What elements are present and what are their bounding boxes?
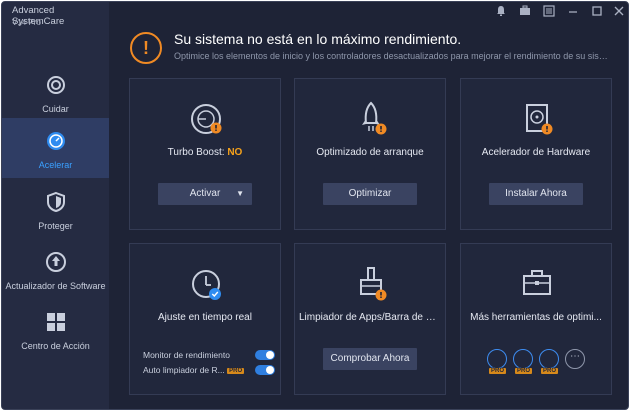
- app-window: Advanced SystemCare V14 Pro Cuidar Acele…: [1, 1, 629, 410]
- sidebar-item-acelerar[interactable]: Acelerar: [2, 118, 109, 178]
- pro-badge: PRO: [515, 368, 533, 374]
- card-hardware-accelerator: Acelerador de Hardware Instalar Ahora: [460, 78, 612, 230]
- card-title: Acelerador de Hardware: [481, 147, 591, 158]
- app-version: V14 Pro: [12, 18, 41, 27]
- more-icon[interactable]: ⋯: [565, 349, 585, 369]
- card-title: Turbo Boost: NO: [134, 147, 276, 158]
- menu-icon[interactable]: [542, 4, 556, 18]
- sidebar-item-actualizador[interactable]: Actualizador de Software: [2, 239, 109, 299]
- toolbox-icon[interactable]: [518, 4, 532, 18]
- tool-shortcuts: PRO PRO PRO ⋯: [487, 349, 597, 379]
- grid-icon: [47, 313, 65, 331]
- activate-label: Activar: [189, 188, 221, 199]
- sidebar-item-label: Centro de Acción: [21, 341, 90, 351]
- pro-badge: PRO: [489, 368, 507, 374]
- card-title: Optimizado de arranque: [316, 147, 424, 158]
- card-title: Ajuste en tiempo real: [158, 312, 252, 323]
- bell-icon[interactable]: [494, 4, 508, 18]
- sidebar-item-centro-accion[interactable]: Centro de Acción: [2, 299, 109, 359]
- pro-badge: PRO: [541, 368, 559, 374]
- performance-monitor-toggle[interactable]: [255, 350, 275, 360]
- sidebar-item-label: Acelerar: [38, 160, 73, 170]
- apps-icon[interactable]: PRO: [539, 349, 559, 374]
- toggle-label: Monitor de rendimiento: [143, 350, 230, 360]
- toggle-row-auto-cleaner: Auto limpiador de R... PRO: [143, 365, 275, 375]
- card-title: Limpiador de Apps/Barra de H...: [299, 312, 441, 323]
- activate-button[interactable]: Activar ▼: [158, 183, 252, 205]
- broom-icon: [360, 267, 387, 301]
- minimize-icon[interactable]: [566, 4, 580, 18]
- sidebar-item-label: Proteger: [38, 221, 73, 231]
- turbo-boost-label: Turbo Boost:: [167, 147, 228, 158]
- sidebar-item-label: Actualizador de Software: [5, 281, 106, 291]
- toggle-row-performance-monitor: Monitor de rendimiento: [143, 350, 275, 360]
- optimize-button[interactable]: Optimizar: [323, 183, 417, 205]
- chevron-down-icon[interactable]: ▼: [236, 183, 244, 205]
- card-startup-optimizer: Optimizado de arranque Optimizar: [294, 78, 446, 230]
- banner-title: Su sistema no está en lo máximo rendimie…: [174, 31, 462, 47]
- card-app-cleaner: Limpiador de Apps/Barra de H... Comproba…: [294, 243, 446, 395]
- disk-speed-icon[interactable]: PRO: [513, 349, 533, 374]
- check-now-button[interactable]: Comprobar Ahora: [323, 348, 417, 370]
- close-icon[interactable]: [612, 4, 626, 18]
- card-more-tools: Más herramientas de optimi... PRO PRO PR…: [460, 243, 612, 395]
- rocket-icon: [362, 101, 387, 135]
- ram-icon[interactable]: PRO: [487, 349, 507, 374]
- sidebar-item-label: Cuidar: [42, 104, 69, 114]
- toggle-label: Auto limpiador de R...: [143, 365, 225, 375]
- warning-icon: !: [130, 32, 162, 64]
- card-title: Más herramientas de optimi...: [470, 312, 602, 323]
- card-turbo-boost: Turbo Boost: NO Activar ▼: [129, 78, 281, 230]
- sidebar-item-cuidar[interactable]: Cuidar: [2, 62, 109, 122]
- clock-icon: [192, 270, 221, 300]
- pro-badge: PRO: [227, 367, 245, 374]
- sidebar: Advanced SystemCare V14 Pro Cuidar Acele…: [2, 2, 109, 409]
- speedometer-icon: [47, 132, 65, 150]
- banner-subtitle: Optimice los elementos de inicio y los c…: [174, 51, 610, 61]
- card-realtime-tuning: Ajuste en tiempo real Monitor de rendimi…: [129, 243, 281, 395]
- maximize-icon[interactable]: [590, 4, 604, 18]
- turbo-boost-status: NO: [227, 147, 243, 158]
- sidebar-item-proteger[interactable]: Proteger: [2, 179, 109, 239]
- update-icon: [46, 252, 66, 272]
- toolbox-icon: [523, 270, 551, 295]
- auto-cleaner-toggle[interactable]: [255, 365, 275, 375]
- turbo-boost-icon: [191, 104, 222, 134]
- hardware-icon: [526, 104, 553, 135]
- care-icon: [47, 76, 65, 94]
- shield-icon: [47, 191, 65, 213]
- install-now-button[interactable]: Instalar Ahora: [489, 183, 583, 205]
